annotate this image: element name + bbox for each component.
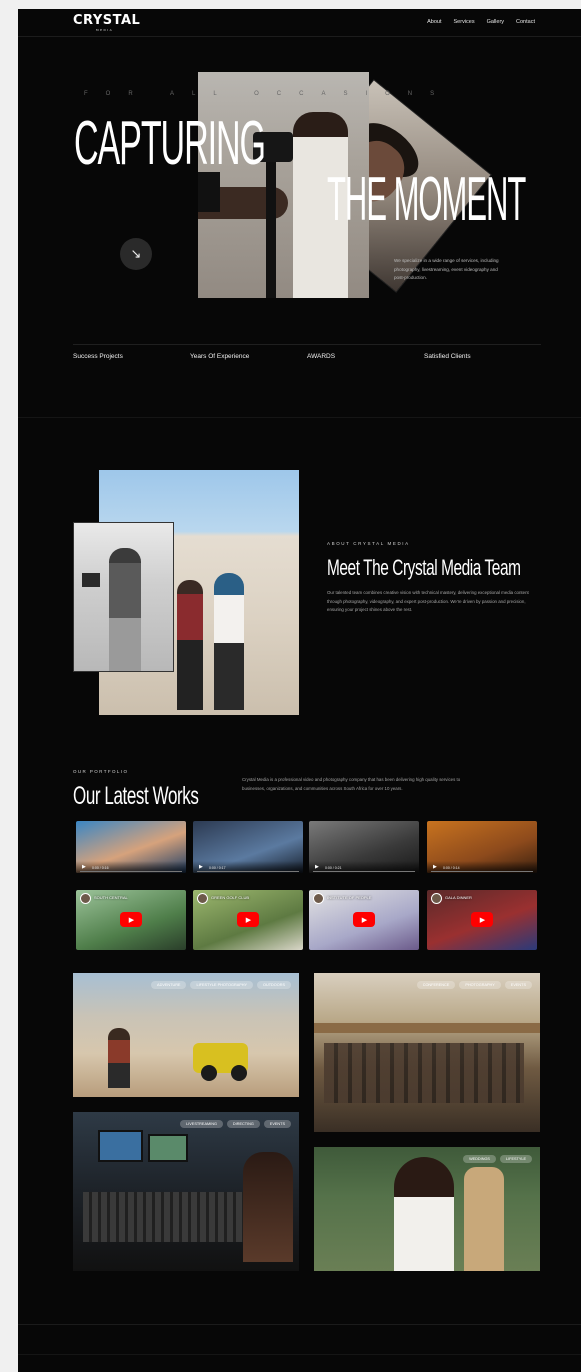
gallery-card-conference[interactable]: CONFERENCE PHOTOGRAPHY EVENTS [314,973,540,1132]
nav-links: About Services Gallery Contact [427,19,535,25]
video-player-3[interactable]: ▶ 0:00 / 0:21 [309,821,419,873]
video-player-2[interactable]: ▶ 0:00 / 0:17 [193,821,303,873]
tag[interactable]: LIFESTYLE [499,1155,532,1163]
section-divider [18,417,581,418]
about-text: Our talented team combines creative visi… [327,590,529,612]
youtube-title: SOUTH CENTRAL [94,895,128,900]
channel-avatar [431,893,442,904]
tag[interactable]: OUTDOORS [257,981,291,989]
gallery-card-wedding[interactable]: WEDDINGS LIFESTYLE [314,1147,540,1271]
hero-arrow-button[interactable]: ↘ [120,238,152,270]
tag[interactable]: LIVESTREAMING [180,1120,223,1128]
play-icon[interactable]: ▶ [433,864,437,870]
footer-divider [18,1354,581,1355]
stat-years-experience: Years Of Experience [190,344,307,360]
tag[interactable]: EVENTS [504,981,532,989]
about-label: ABOUT CRYSTAL MEDIA [327,541,410,546]
youtube-play-button[interactable]: ▶ [237,912,259,927]
nav-link-services[interactable]: Services [454,19,475,25]
video-time: 0:00 / 0:16 [92,866,109,870]
tag[interactable]: WEDDINGS [463,1155,496,1163]
youtube-play-button[interactable]: ▶ [120,912,142,927]
channel-avatar [197,893,208,904]
top-nav: CRYSTAL MEDIA About Services Gallery Con… [18,9,581,37]
youtube-play-button[interactable]: ▶ [353,912,375,927]
about-title: Meet The Crystal Media Team [327,555,521,580]
gallery-card-livestreaming[interactable]: LIVESTREAMING DIRECTING EVENTS [73,1112,299,1271]
portfolio-description: Crystal Media is a professional video an… [242,777,461,791]
nav-link-about[interactable]: About [427,19,441,25]
stat-success-projects: Success Projects [73,344,190,360]
arrow-down-right-icon: ↘ [130,246,142,262]
channel-avatar [313,893,324,904]
hero-headline-2: THE MOMENT [327,165,526,234]
stat-satisfied-clients: Satisfied Clients [424,344,541,360]
gallery-card-adventure[interactable]: ADVENTURE LIFESTYLE PHOTOGRAPHY OUTDOORS [73,973,299,1097]
youtube-embed-4[interactable]: GALA DINNER ▶ [427,890,537,950]
video-progress[interactable] [431,871,533,872]
video-time: 0:00 / 0:14 [443,866,460,870]
stats-row: Success Projects Years Of Experience AWA… [73,344,541,360]
youtube-embed-3[interactable]: INSTITUTE OF PEOPLE ▶ [309,890,419,950]
stat-awards: AWARDS [307,344,424,360]
footer-divider [18,1324,581,1325]
logo[interactable]: CRYSTAL [73,13,140,28]
video-time: 0:00 / 0:17 [209,866,226,870]
portfolio-title: Our Latest Works [73,782,199,810]
hero-headline-1: CAPTURING [74,109,266,178]
tag[interactable]: CONFERENCE [416,981,456,989]
play-icon: ▶ [245,915,252,924]
video-player-4[interactable]: ▶ 0:00 / 0:14 [427,821,537,873]
youtube-play-button[interactable]: ▶ [471,912,493,927]
hero-description: We specialize in a wide range of service… [394,258,499,280]
play-icon: ▶ [361,915,368,924]
video-progress[interactable] [197,871,299,872]
hero-tagline: FOR ALL OCCASIONS [84,91,453,97]
logo-subtitle: MEDIA [96,28,114,32]
nav-link-gallery[interactable]: Gallery [487,19,504,25]
video-time: 0:00 / 0:21 [325,866,342,870]
play-icon[interactable]: ▶ [199,864,203,870]
play-icon: ▶ [128,915,135,924]
portfolio-label: OUR PORTFOLIO [73,769,129,774]
tag[interactable]: PHOTOGRAPHY [459,981,501,989]
play-icon: ▶ [479,915,486,924]
tag[interactable]: DIRECTING [226,1120,260,1128]
tag[interactable]: LIFESTYLE PHOTOGRAPHY [190,981,254,989]
channel-avatar [80,893,91,904]
youtube-embed-1[interactable]: SOUTH CENTRAL ▶ [76,890,186,950]
nav-link-contact[interactable]: Contact [516,19,535,25]
youtube-title: GREEN GOLF CLUB [211,895,250,900]
youtube-title: INSTITUTE OF PEOPLE [327,895,372,900]
tag[interactable]: ADVENTURE [151,981,187,989]
about-photo-camera-team [73,522,174,672]
play-icon[interactable]: ▶ [315,864,319,870]
play-icon[interactable]: ▶ [82,864,86,870]
video-progress[interactable] [80,871,182,872]
video-progress[interactable] [313,871,415,872]
tag[interactable]: EVENTS [263,1120,291,1128]
video-player-1[interactable]: ▶ 0:00 / 0:16 [76,821,186,873]
page: CRYSTAL MEDIA About Services Gallery Con… [18,9,581,1372]
youtube-embed-2[interactable]: GREEN GOLF CLUB ▶ [193,890,303,950]
youtube-title: GALA DINNER [445,895,472,900]
